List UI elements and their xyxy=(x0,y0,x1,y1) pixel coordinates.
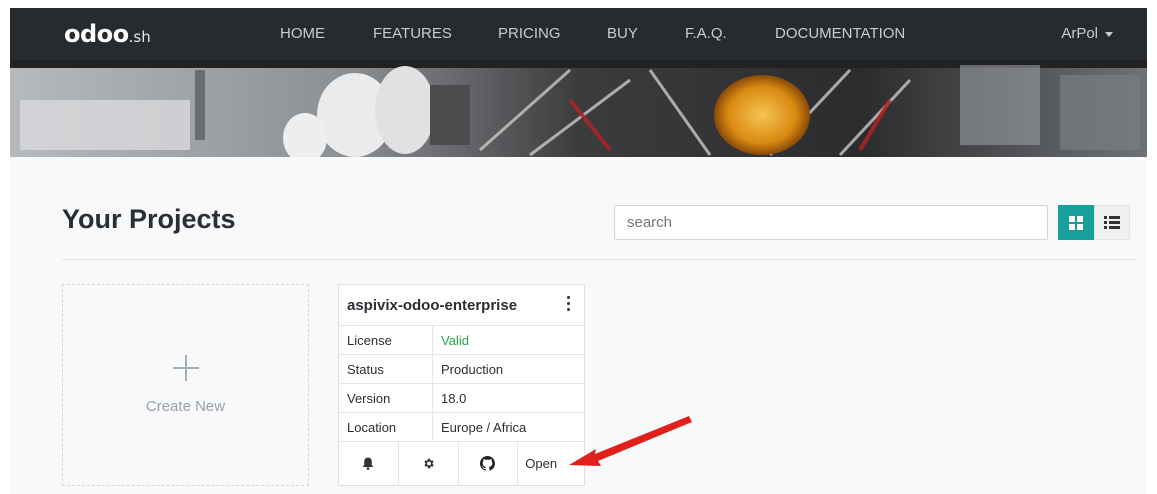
row-key: Location xyxy=(347,420,397,435)
nav-home[interactable]: HOME xyxy=(280,25,325,42)
logo-text: odoo xyxy=(64,20,129,48)
open-label: Open xyxy=(525,456,558,471)
top-navbar: odoo.sh HOME FEATURES PRICING BUY F.A.Q.… xyxy=(10,8,1147,60)
row-value: Europe / Africa xyxy=(441,420,527,435)
odoo-sh-logo[interactable]: odoo.sh xyxy=(64,20,151,48)
plus-icon xyxy=(173,355,199,381)
header-divider xyxy=(62,259,1137,260)
nav-features[interactable]: FEATURES xyxy=(373,25,452,42)
project-row-version: Version 18.0 xyxy=(339,383,584,413)
create-new-label: Create New xyxy=(145,398,226,415)
row-value: Production xyxy=(441,362,504,377)
bell-icon xyxy=(362,457,374,470)
github-button[interactable] xyxy=(459,442,519,485)
app-frame: odoo.sh HOME FEATURES PRICING BUY F.A.Q.… xyxy=(10,8,1147,494)
hero-banner-image xyxy=(10,60,1147,157)
nav-documentation[interactable]: DOCUMENTATION xyxy=(775,25,905,42)
row-key: Version xyxy=(347,391,391,406)
nav-pricing[interactable]: PRICING xyxy=(498,25,561,42)
user-menu[interactable]: ArPol xyxy=(1061,25,1113,42)
project-name[interactable]: aspivix-odoo-enterprise xyxy=(347,297,517,314)
nav-buy[interactable]: BUY xyxy=(607,25,638,42)
search-input[interactable] xyxy=(614,205,1048,240)
project-card: aspivix-odoo-enterprise License Valid St… xyxy=(338,284,585,486)
row-key: Status xyxy=(347,362,384,377)
row-key: License xyxy=(347,333,392,348)
gear-icon xyxy=(424,458,434,469)
nav-faq[interactable]: F.A.Q. xyxy=(685,25,727,42)
grid-icon xyxy=(1069,215,1083,230)
project-row-status: Status Production xyxy=(339,354,584,384)
project-card-header: aspivix-odoo-enterprise xyxy=(339,285,584,326)
page-title: Your Projects xyxy=(62,204,236,234)
user-name: ArPol xyxy=(1061,25,1098,42)
grid-view-button[interactable] xyxy=(1058,205,1094,240)
kebab-icon[interactable] xyxy=(566,296,572,312)
license-status-value: Valid xyxy=(441,333,469,348)
banner-illustration xyxy=(10,60,1147,157)
github-icon xyxy=(480,456,496,471)
create-new-project-card[interactable]: Create New xyxy=(62,284,309,486)
chevron-down-icon xyxy=(1105,31,1113,37)
project-actions: Open xyxy=(339,442,584,485)
project-row-license: License Valid xyxy=(339,325,584,355)
settings-button[interactable] xyxy=(399,442,459,485)
logo-suffix: .sh xyxy=(128,28,151,46)
list-icon xyxy=(1104,216,1120,229)
notifications-button[interactable] xyxy=(339,442,399,485)
row-value: 18.0 xyxy=(441,391,467,406)
annotation-arrow-icon xyxy=(569,416,692,466)
list-view-button[interactable] xyxy=(1094,205,1130,240)
project-row-location: Location Europe / Africa xyxy=(339,412,584,442)
